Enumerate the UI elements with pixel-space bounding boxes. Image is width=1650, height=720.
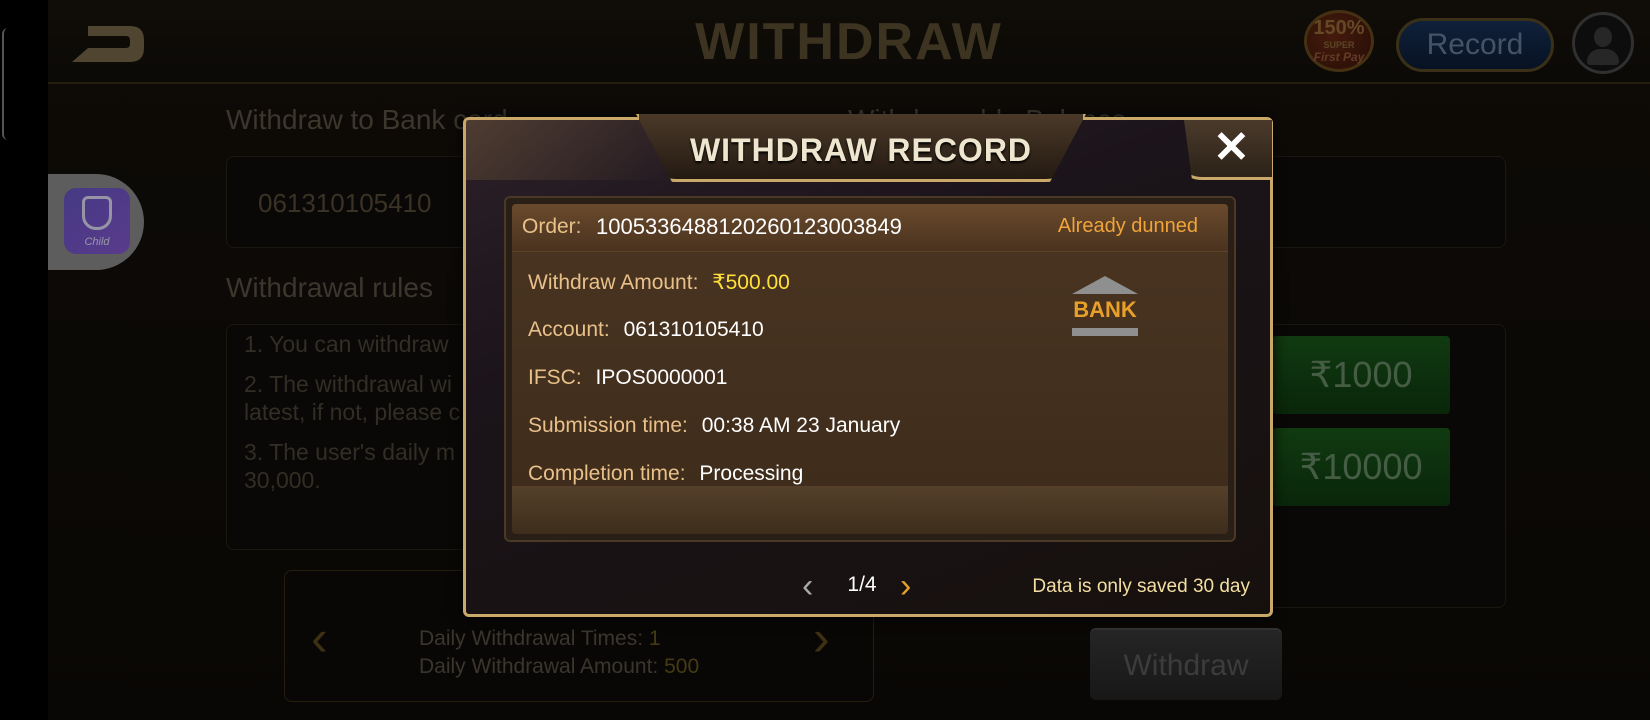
bank-icon-label: BANK: [1073, 297, 1137, 322]
dialog-title: WITHDRAW RECORD: [689, 132, 1033, 168]
bank-icon: BANK: [1072, 276, 1138, 338]
edge-handle[interactable]: [2, 28, 8, 140]
chevron-left-icon[interactable]: ‹: [802, 568, 813, 604]
data-retention-note: Data is only saved 30 day: [1032, 576, 1250, 597]
submission-time-value: 00:38 AM 23 January: [701, 414, 901, 437]
completion-time-label: Completion time:: [528, 462, 686, 485]
record-footer-band: [512, 486, 1228, 534]
withdraw-amount-value: ₹500.00: [712, 271, 790, 294]
account-row: Account: 061310105410: [528, 318, 764, 342]
submission-time-label: Submission time:: [528, 414, 688, 437]
order-number: 10053364881202601230038​49: [596, 214, 902, 239]
withdraw-amount-row: Withdraw Amount: ₹500.00: [528, 270, 790, 295]
ifsc-row: IFSC: IPOS0000001: [528, 366, 727, 390]
chevron-right-icon[interactable]: ›: [900, 568, 911, 604]
account-value: 061310105410: [623, 318, 764, 341]
withdraw-record-dialog: WITHDRAW RECORD ✕ Order: 100533648812026…: [463, 114, 1273, 617]
account-label: Account:: [528, 318, 610, 341]
completion-time-value: Processing: [699, 462, 804, 485]
bank-roof: [1072, 276, 1138, 294]
bank-base: [1072, 328, 1138, 336]
withdraw-record-card: Order: 10053364881202601230038​49 Alread…: [504, 196, 1236, 542]
completion-time-row: Completion time: Processing: [528, 462, 803, 486]
withdraw-amount-label: Withdraw Amount:: [528, 271, 699, 294]
left-edge-strip: [0, 0, 48, 720]
record-details: Order: 10053364881202601230038​49 Alread…: [512, 204, 1228, 534]
submission-time-row: Submission time: 00:38 AM 23 January: [528, 414, 900, 438]
ifsc-label: IFSC:: [528, 366, 582, 389]
order-row: Order: 10053364881202601230038​49 Alread…: [512, 204, 1228, 252]
ifsc-value: IPOS0000001: [595, 366, 728, 389]
close-button[interactable]: ✕: [1184, 120, 1272, 180]
page-indicator: 1/4: [847, 573, 877, 596]
close-icon: ✕: [1213, 123, 1250, 172]
order-status: Already dunned: [1057, 215, 1198, 237]
order-label: Order:: [522, 215, 582, 238]
